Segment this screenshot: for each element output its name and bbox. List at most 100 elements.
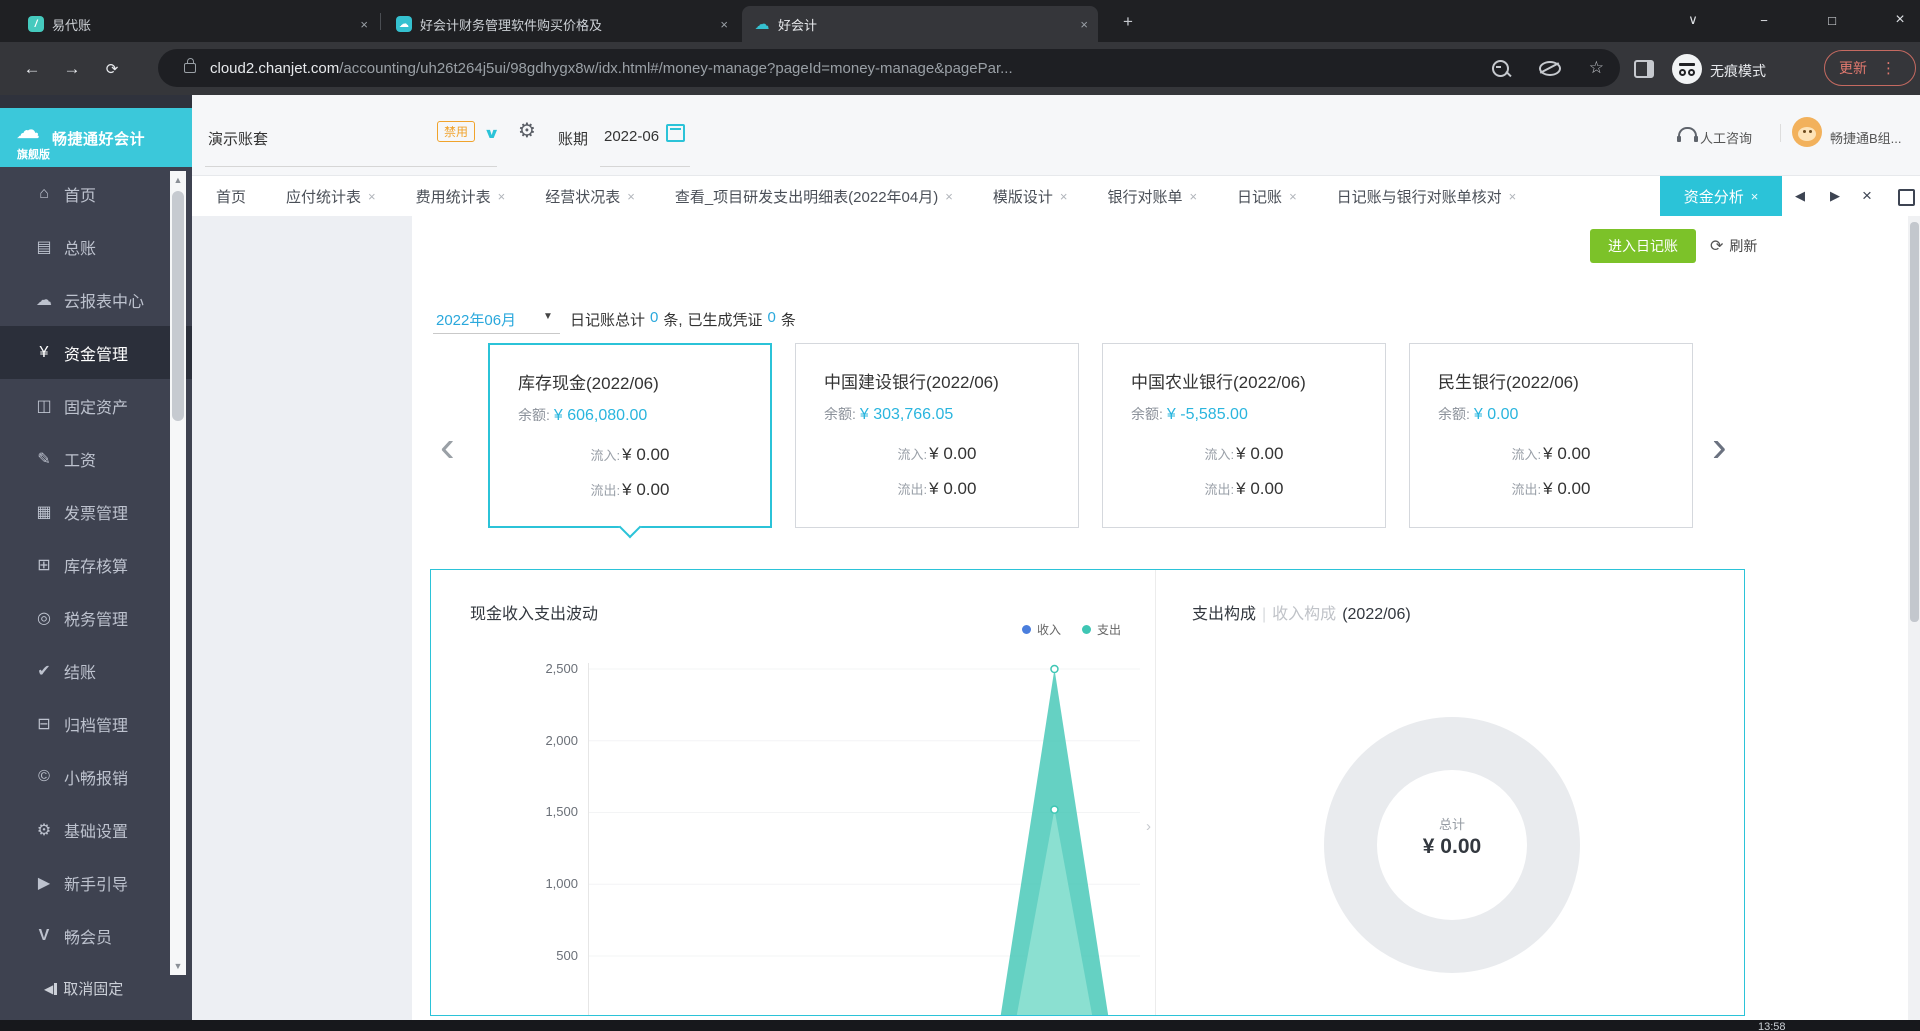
y-tick: 1,500 — [545, 804, 578, 819]
window-close-button[interactable]: × — [1878, 0, 1920, 40]
divider-handle-icon[interactable]: › — [1146, 818, 1151, 835]
bookmark-star-icon[interactable]: ☆ — [1589, 58, 1604, 78]
carousel-next-icon[interactable]: › — [1712, 425, 1727, 469]
browser-tab-haokuaiji-pricing[interactable]: ☁ 好会计财务管理软件购买价格及 × — [384, 6, 738, 42]
tab-home[interactable]: 首页 — [216, 186, 246, 207]
main-scrollbar-thumb[interactable] — [1910, 222, 1919, 622]
tab-scroll-left-icon[interactable]: ◀ — [1795, 188, 1805, 204]
enter-journal-button[interactable]: 进入日记账 — [1590, 229, 1696, 263]
app-logo: ☁ 畅捷通好会计 旗舰版 — [0, 108, 192, 167]
account-dropdown-icon[interactable]: ∨ — [483, 125, 500, 142]
sidebar-item-cloud-reports[interactable]: ☁ 云报表中心 — [0, 273, 192, 326]
tab-close-icon[interactable]: × — [1080, 17, 1088, 32]
tab-close-icon[interactable]: × — [945, 189, 953, 204]
url-text[interactable]: cloud2.chanjet.com/accounting/uh26t264j5… — [210, 60, 1492, 77]
tab-close-icon[interactable]: × — [368, 189, 376, 204]
card-balance: ¥ -5,585.00 — [1166, 406, 1248, 423]
tab-scroll-right-icon[interactable]: ▶ — [1830, 188, 1840, 204]
account-card-cash[interactable]: 库存现金(2022/06) 余额: ¥ 606,080.00 流入: ¥ 0.00 … — [488, 343, 772, 539]
reload-button[interactable]: ⟳ — [96, 53, 128, 85]
fullscreen-icon[interactable] — [1898, 189, 1915, 206]
window-maximize-button[interactable]: □ — [1810, 0, 1854, 40]
tab-close-icon[interactable]: × — [1509, 189, 1517, 204]
account-card-abc[interactable]: 中国农业银行(2022/06) 余额: ¥ -5,585.00 流入: ¥ 0.00… — [1102, 343, 1386, 528]
user-name[interactable]: 畅捷通B组... — [1830, 128, 1902, 147]
sidebar-scroll-up-icon[interactable]: ▲ — [170, 171, 186, 189]
account-set-selector[interactable]: 演示账套 — [208, 128, 268, 149]
tab-operating-status[interactable]: 经营状况表 × — [545, 186, 635, 207]
sidebar-item-archive[interactable]: ⊟ 归档管理 — [0, 697, 192, 750]
period-underline — [600, 166, 690, 167]
sidebar-item-salary[interactable]: ✎ 工资 — [0, 432, 192, 485]
month-underline — [433, 333, 560, 334]
unpin-sidebar-button[interactable]: ◀ 取消固定 — [44, 978, 123, 999]
tab-close-icon[interactable]: × — [720, 17, 728, 32]
carousel-prev-icon[interactable]: ‹ — [440, 425, 455, 469]
money-icon: ¥ — [39, 343, 49, 361]
sidebar-scrollbar-thumb[interactable] — [172, 191, 184, 421]
sidebar-item-inventory[interactable]: ⊞ 库存核算 — [0, 538, 192, 591]
tab-expense-stats[interactable]: 费用统计表 × — [416, 186, 506, 207]
tab-template-design[interactable]: 模版设计 × — [993, 186, 1068, 207]
gear-icon[interactable]: ⚙ — [518, 118, 536, 143]
tab-close-icon[interactable]: × — [1060, 189, 1068, 204]
refresh-button[interactable]: ⟳ 刷新 — [1710, 229, 1757, 263]
tab-search-button[interactable]: ∨ — [1671, 0, 1715, 40]
eye-blocked-icon[interactable] — [1538, 60, 1561, 76]
avatar[interactable] — [1792, 117, 1822, 147]
logo-cloud-icon: ☁ — [16, 117, 40, 144]
back-button[interactable]: ← — [16, 53, 48, 85]
tab-project-detail[interactable]: 查看_项目研发支出明细表(2022年04月) × — [675, 186, 953, 207]
sidebar-item-closing[interactable]: ✔ 结账 — [0, 644, 192, 697]
sidebar-item-reimburse[interactable]: © 小畅报销 — [0, 750, 192, 803]
month-caret-down-icon[interactable]: ▼ — [543, 311, 553, 322]
pie-tab-income[interactable]: 收入构成 — [1272, 606, 1336, 623]
tab-journal-bank-check[interactable]: 日记账与银行对账单核对 × — [1337, 186, 1517, 207]
period-value[interactable]: 2022-06 — [604, 128, 659, 145]
address-bar[interactable]: cloud2.chanjet.com/accounting/uh26t264j5… — [158, 49, 1620, 87]
sidebar-item-settings[interactable]: ⚙ 基础设置 — [0, 803, 192, 856]
browser-update-button[interactable]: 更新 ⋮ — [1824, 50, 1916, 86]
new-tab-button[interactable]: + — [1116, 10, 1140, 34]
sidebar-item-home[interactable]: ⌂ 首页 — [0, 167, 192, 220]
url-host: cloud2.chanjet.com — [210, 59, 340, 77]
legend-income[interactable]: 收入 — [1022, 621, 1061, 638]
sidebar-item-fixed-assets[interactable]: ◫ 固定资产 — [0, 379, 192, 432]
pie-tab-expense[interactable]: 支出构成 — [1192, 606, 1256, 623]
tab-close-icon[interactable]: × — [627, 189, 635, 204]
sidebar-item-invoice[interactable]: ▦ 发票管理 — [0, 485, 192, 538]
sidebar-item-fund-management[interactable]: ¥ 资金管理 — [0, 326, 192, 379]
tab-fund-analysis-active[interactable]: 资金分析 × — [1660, 176, 1782, 216]
tab-bank-statement[interactable]: 银行对账单 × — [1107, 186, 1197, 207]
browser-tab-yidaizhang[interactable]: / 易代账 × — [16, 6, 378, 42]
sidebar-item-guide[interactable]: ▶ 新手引导 — [0, 856, 192, 909]
sidebar-item-member[interactable]: V 畅会员 — [0, 909, 192, 962]
tabs-close-all-icon[interactable]: × — [1862, 186, 1872, 206]
zoom-out-icon[interactable] — [1491, 59, 1509, 77]
lock-icon — [184, 58, 196, 73]
tab-close-icon[interactable]: × — [1289, 189, 1297, 204]
calendar-icon[interactable] — [666, 124, 685, 142]
support-link[interactable]: 人工咨询 — [1700, 128, 1752, 147]
tab-payable-stats[interactable]: 应付统计表 × — [286, 186, 376, 207]
account-card-ccb[interactable]: 中国建设银行(2022/06) 余额: ¥ 303,766.05 流入: ¥ 0.0… — [795, 343, 1079, 528]
month-selector[interactable]: 2022年06月 — [436, 309, 516, 330]
tab-close-icon[interactable]: × — [360, 17, 368, 32]
window-minimize-button[interactable]: − — [1742, 0, 1786, 40]
tab-close-icon[interactable]: × — [1189, 189, 1197, 204]
sidebar-item-general-ledger[interactable]: ▤ 总账 — [0, 220, 192, 273]
account-set-underline — [205, 166, 497, 167]
browser-tab-haokuaiji-active[interactable]: ☁ 好会计 × — [742, 6, 1098, 42]
account-card-minsheng[interactable]: 民生银行(2022/06) 余额: ¥ 0.00 流入: ¥ 0.00 流出: ¥ 0… — [1409, 343, 1693, 528]
side-panel-icon[interactable] — [1634, 60, 1654, 78]
forward-button[interactable]: → — [56, 53, 88, 85]
card-balance: ¥ 303,766.05 — [859, 406, 954, 423]
sidebar-scroll-down-icon[interactable]: ▼ — [170, 957, 186, 975]
tab-close-icon[interactable]: × — [498, 189, 506, 204]
tab-journal[interactable]: 日记账 × — [1237, 186, 1297, 207]
tab-close-icon[interactable]: × — [1751, 189, 1759, 204]
legend-expense[interactable]: 支出 — [1082, 621, 1121, 638]
incognito-icon — [1672, 54, 1702, 84]
sidebar-item-tax[interactable]: ◎ 税务管理 — [0, 591, 192, 644]
browser-menu-icon[interactable]: ⋮ — [1881, 59, 1896, 77]
